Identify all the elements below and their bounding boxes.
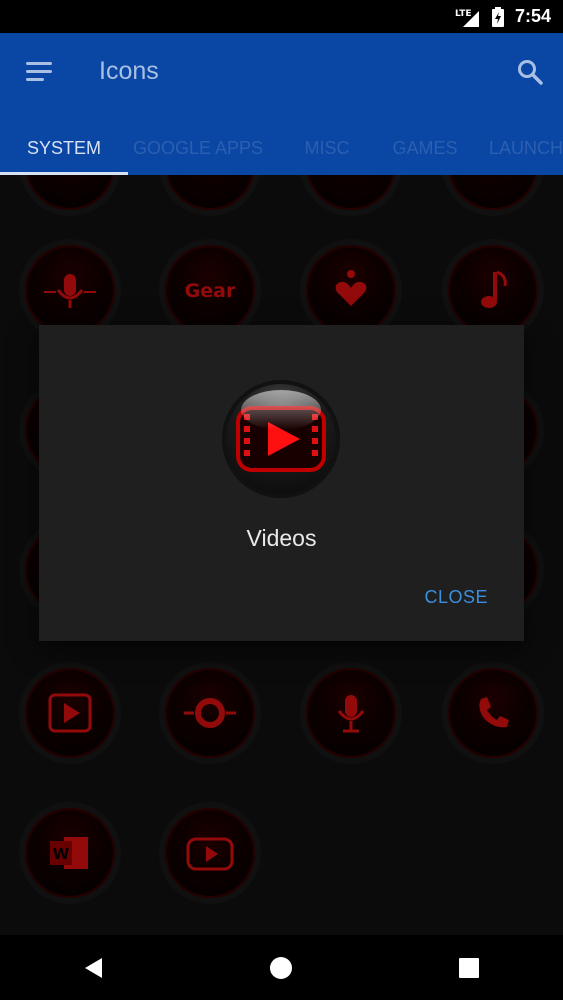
- tab-bar: SYSTEM GOOGLE APPS MISC GAMES LAUNCH: [0, 121, 563, 175]
- battery-charging-icon: [491, 6, 505, 27]
- menu-icon[interactable]: [26, 62, 52, 82]
- tab-system[interactable]: SYSTEM: [0, 121, 128, 175]
- home-button[interactable]: [251, 943, 311, 993]
- recents-square-icon: [459, 957, 480, 978]
- back-triangle-icon: [84, 957, 102, 978]
- recents-button[interactable]: [439, 943, 499, 993]
- video-play-icon: [222, 380, 340, 498]
- app-title: Icons: [99, 57, 159, 85]
- tab-games[interactable]: GAMES: [386, 121, 464, 175]
- search-icon[interactable]: [517, 59, 543, 85]
- tab-label: GAMES: [392, 137, 458, 158]
- network-label: LTE: [455, 9, 472, 19]
- tab-launch[interactable]: LAUNCH: [464, 121, 563, 175]
- tab-label: MISC: [304, 137, 350, 158]
- tab-label: GOOGLE APPS: [132, 137, 264, 158]
- lte-signal-icon: LTE: [455, 7, 481, 27]
- app-bar: Icons SYSTEM GOOGLE APPS MISC GAMES LAUN…: [0, 33, 563, 175]
- tab-label: LAUNCH: [488, 137, 563, 158]
- tab-google-apps[interactable]: GOOGLE APPS: [128, 121, 268, 175]
- status-time: 7:54: [514, 6, 551, 26]
- back-button[interactable]: [64, 943, 124, 993]
- status-bar: LTE 7:54: [0, 0, 563, 33]
- tab-label: SYSTEM: [26, 137, 101, 158]
- dialog-title: Videos: [246, 525, 317, 551]
- tab-misc[interactable]: MISC: [268, 121, 386, 175]
- home-circle-icon: [270, 956, 293, 979]
- navigation-bar: [0, 935, 563, 1000]
- close-button[interactable]: CLOSE: [424, 587, 488, 608]
- icon-preview-dialog: Videos CLOSE: [39, 325, 524, 641]
